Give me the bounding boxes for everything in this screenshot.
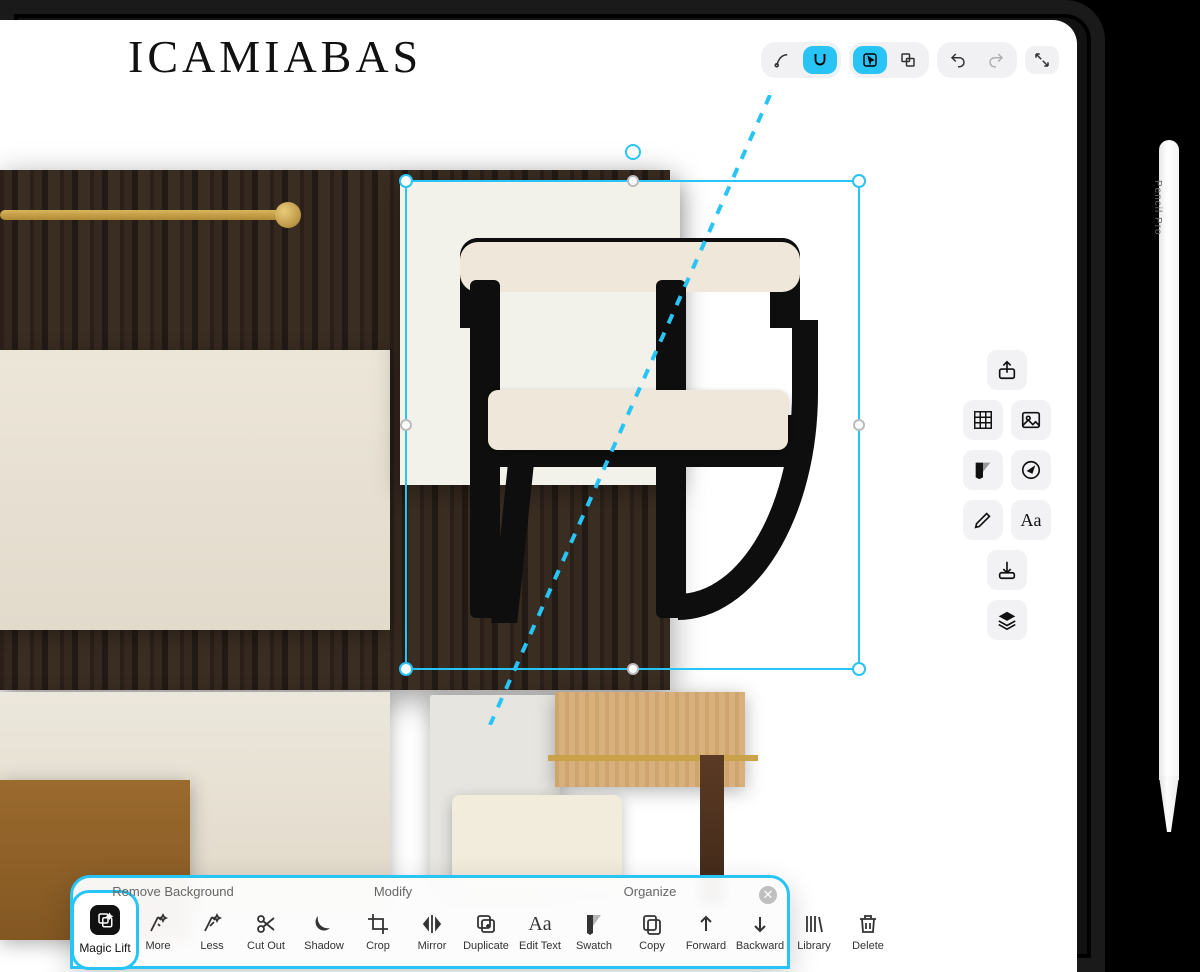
selection-bounding-box[interactable] bbox=[405, 180, 860, 670]
context-toolbar: Magic Lift Remove Background Modify Orga… bbox=[70, 875, 790, 969]
backward-tool[interactable]: Backward bbox=[733, 912, 787, 952]
toolbar-tools: More Less Cut Out Shadow Crop Mirror Dup… bbox=[131, 904, 777, 960]
cutout-tool[interactable]: Cut Out bbox=[239, 912, 293, 952]
more-tool[interactable]: More bbox=[131, 912, 185, 952]
side-panel: Aa bbox=[957, 350, 1057, 640]
swatch-panel-button[interactable] bbox=[963, 450, 1003, 490]
mirror-tool[interactable]: Mirror bbox=[405, 912, 459, 952]
toolbar-headers: Remove Background Modify Organize bbox=[73, 884, 787, 902]
library-tool[interactable]: Library bbox=[787, 912, 841, 952]
resize-handle-r[interactable] bbox=[853, 419, 865, 431]
brass-knob-object[interactable] bbox=[275, 202, 301, 228]
magic-lift-icon bbox=[90, 905, 120, 935]
toolbar-close-button[interactable]: ✕ bbox=[759, 886, 777, 904]
resize-handle-br[interactable] bbox=[852, 662, 866, 676]
edittext-tool[interactable]: AaEdit Text bbox=[513, 913, 567, 952]
draw-button[interactable] bbox=[963, 500, 1003, 540]
text-style-button[interactable]: Aa bbox=[1011, 500, 1051, 540]
resize-handle-bl[interactable] bbox=[399, 662, 413, 676]
lamp-bar-object[interactable] bbox=[548, 755, 758, 761]
rotate-handle[interactable] bbox=[625, 144, 641, 160]
swatch-tool[interactable]: Swatch bbox=[567, 912, 621, 952]
forward-tool[interactable]: Forward bbox=[679, 912, 733, 952]
grid-button[interactable] bbox=[963, 400, 1003, 440]
header-modify: Modify bbox=[273, 884, 513, 902]
share-button[interactable] bbox=[987, 350, 1027, 390]
ipad-frame: ICAMIABAS bbox=[0, 0, 1105, 972]
magic-lift-label: Magic Lift bbox=[79, 941, 130, 955]
canvas-area[interactable] bbox=[0, 20, 1077, 972]
less-tool[interactable]: Less bbox=[185, 912, 239, 952]
resize-handle-l[interactable] bbox=[400, 419, 412, 431]
header-remove-bg: Remove Background bbox=[73, 884, 273, 902]
app-screen: ICAMIABAS bbox=[0, 20, 1077, 972]
magic-lift-button[interactable]: Magic Lift bbox=[71, 890, 139, 970]
resize-handle-tr[interactable] bbox=[852, 174, 866, 188]
layers-button[interactable] bbox=[987, 600, 1027, 640]
duplicate-tool[interactable]: Duplicate bbox=[459, 912, 513, 952]
image-button[interactable] bbox=[1011, 400, 1051, 440]
resize-handle-t[interactable] bbox=[627, 175, 639, 187]
crop-tool[interactable]: Crop bbox=[351, 912, 405, 952]
shadow-tool[interactable]: Shadow bbox=[297, 912, 351, 952]
delete-tool[interactable]: Delete bbox=[841, 912, 895, 952]
brass-rod-object[interactable] bbox=[0, 210, 280, 220]
apple-pencil: Pencil Pro bbox=[1154, 140, 1184, 840]
cream-tile-swatch-1[interactable] bbox=[0, 350, 390, 630]
import-button[interactable] bbox=[987, 550, 1027, 590]
pencil-label: Pencil Pro bbox=[1152, 180, 1163, 236]
resize-handle-tl[interactable] bbox=[399, 174, 413, 188]
resize-handle-b[interactable] bbox=[627, 663, 639, 675]
header-organize: Organize bbox=[513, 884, 787, 902]
compass-button[interactable] bbox=[1011, 450, 1051, 490]
copy-tool[interactable]: Copy bbox=[625, 912, 679, 952]
